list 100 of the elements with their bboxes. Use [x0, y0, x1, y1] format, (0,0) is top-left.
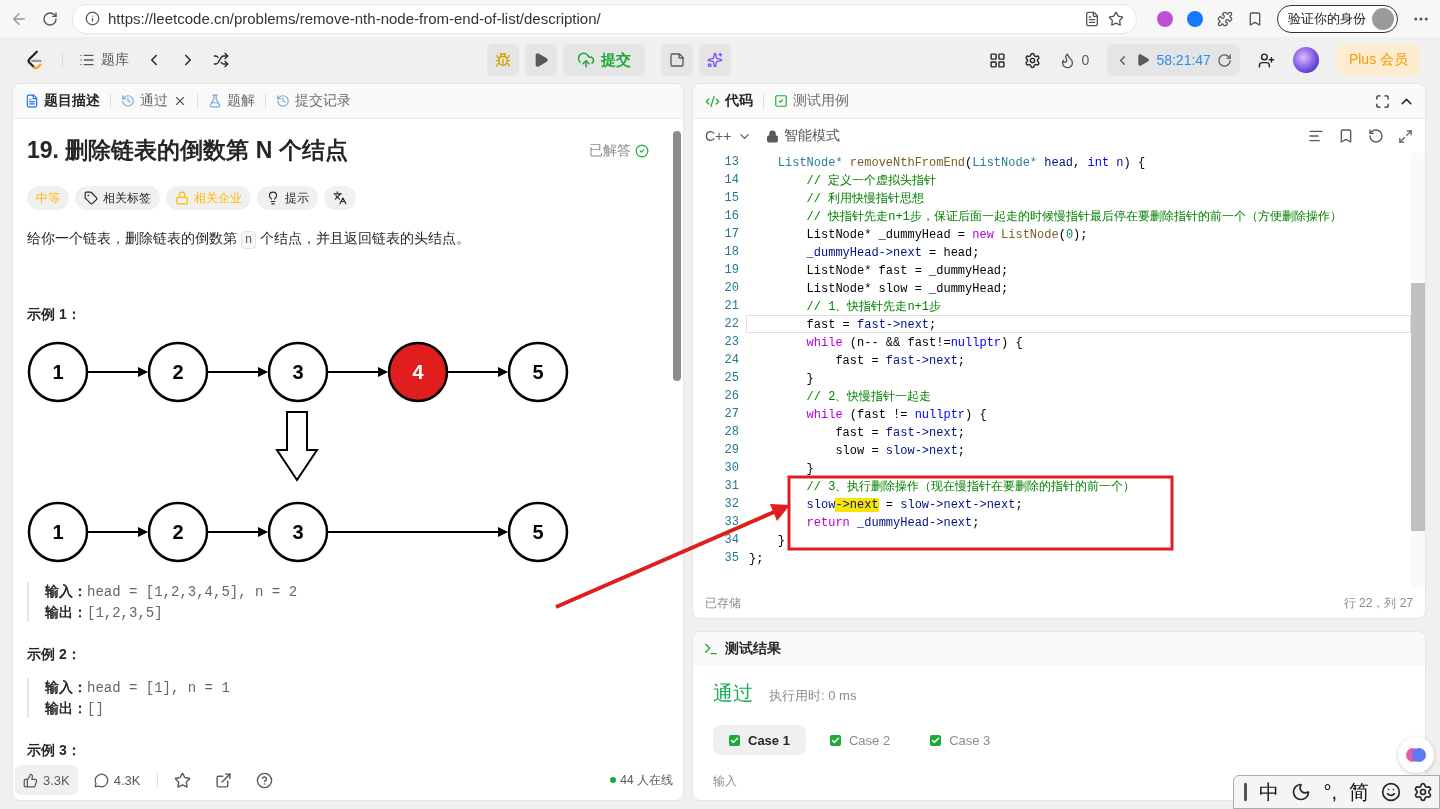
settings-icon[interactable]	[1023, 51, 1041, 69]
run-button[interactable]	[524, 44, 557, 76]
language-select[interactable]: C++	[705, 128, 753, 144]
star-icon[interactable]	[1108, 10, 1124, 27]
line-number: 30	[724, 460, 739, 477]
line-number: 22	[724, 316, 739, 333]
line-number: 16	[724, 208, 739, 225]
tab[interactable]: 代码	[703, 92, 755, 110]
flask-icon	[208, 94, 222, 108]
smile-icon[interactable]	[1381, 782, 1401, 802]
list-node: 2	[147, 341, 209, 403]
code-line: ListNode* removeNthFromEnd(ListNode* head, int n) {	[776, 155, 1147, 171]
problem-list-button[interactable]: 题库	[79, 51, 129, 69]
ime-option[interactable]: 简	[1349, 778, 1369, 806]
line-number: 33	[724, 514, 739, 531]
scrollbar[interactable]	[1411, 153, 1425, 588]
line-number: 31	[724, 478, 739, 495]
code-line: while (fast != nullptr) {	[805, 407, 988, 423]
tag-chip[interactable]: 相关标签	[75, 186, 160, 210]
line-number: 15	[724, 190, 739, 207]
avatar[interactable]	[1292, 47, 1319, 73]
check-circle-icon	[635, 143, 649, 158]
line-number: 19	[724, 262, 739, 279]
line-number: 18	[724, 244, 739, 261]
close-icon[interactable]	[173, 94, 187, 108]
favorites-icon[interactable]	[1247, 10, 1263, 27]
tab[interactable]: 题解	[206, 92, 257, 110]
saved-status: 已存储	[705, 594, 741, 612]
case-tab[interactable]: Case 3	[914, 725, 1007, 755]
star-icon[interactable]	[173, 771, 191, 789]
expand-icon[interactable]	[1398, 128, 1413, 144]
mode-label[interactable]: 智能模式	[766, 127, 841, 145]
line-number: 28	[724, 424, 739, 441]
code-line: slow = slow->next;	[834, 443, 967, 459]
address-bar[interactable]: https://leetcode.cn/problems/remove-nth-node-from-end-of-list/description/	[72, 3, 1137, 34]
case-tab[interactable]: Case 2	[813, 725, 907, 755]
list-node: 5	[507, 341, 569, 403]
ime-option[interactable]: 中	[1259, 778, 1280, 806]
example-title: 示例 2：	[27, 646, 82, 664]
cloud-upload-icon	[576, 51, 595, 69]
extension-icon[interactable]	[1157, 10, 1173, 27]
lightbulb-icon	[266, 191, 280, 205]
cursor-position: 行 22，列 27	[1343, 594, 1413, 612]
line-number: 17	[724, 226, 739, 243]
line-number: 25	[724, 370, 739, 387]
tag-chip[interactable]: 提示	[257, 186, 318, 210]
example-line: 输出：[1,2,3,5]	[45, 603, 164, 622]
case-tab[interactable]: Case 1	[713, 725, 806, 755]
line-number: 35	[724, 550, 739, 567]
example-line: 输入：head = [1], n = 1	[45, 678, 231, 697]
document-icon	[25, 94, 39, 108]
format-icon[interactable]	[1308, 128, 1324, 144]
tab[interactable]: 通过	[119, 92, 189, 110]
puzzle-icon[interactable]	[1217, 10, 1233, 27]
extension-icon[interactable]	[1187, 10, 1203, 27]
bookmark-icon[interactable]	[1338, 128, 1354, 144]
tab[interactable]: 提交记录	[274, 92, 353, 110]
verdict: 通过	[713, 681, 753, 706]
code-line: slow->next = slow->next->next;	[805, 497, 1024, 513]
code-line: ListNode* _dummyHead = new ListNode(0);	[805, 227, 1089, 243]
line-number: 34	[724, 532, 739, 549]
arrow	[87, 367, 148, 377]
input-label: 输入	[713, 773, 738, 790]
tab[interactable]: 测试用例	[772, 92, 851, 110]
profile-button[interactable]: 验证你的身份	[1277, 4, 1398, 33]
code-line: while (n-- && fast!=nullptr) {	[805, 335, 1024, 351]
note-button[interactable]	[660, 44, 693, 76]
line-number: 29	[724, 442, 739, 459]
streak-button[interactable]: 0	[1058, 51, 1090, 69]
fullscreen-icon[interactable]	[1375, 93, 1390, 109]
code-line: // 2、快慢指针一起走	[805, 389, 933, 405]
note-icon	[668, 52, 685, 68]
reload-icon[interactable]	[42, 10, 58, 27]
reader-icon[interactable]	[1084, 10, 1100, 27]
ai-button[interactable]	[698, 44, 731, 76]
list-icon	[79, 52, 95, 68]
translate-icon	[333, 191, 347, 205]
help-icon[interactable]	[255, 771, 273, 789]
tab[interactable]: 题目描述	[23, 92, 102, 110]
arrow	[207, 367, 268, 377]
share-icon[interactable]	[214, 771, 232, 789]
checkbox-icon	[729, 734, 740, 746]
grid-icon[interactable]	[988, 51, 1006, 69]
sparkles-icon	[706, 52, 723, 68]
ime-option[interactable]: °,	[1323, 780, 1337, 804]
terminal-icon	[703, 641, 719, 657]
moon-icon[interactable]	[1291, 782, 1312, 802]
shuffle-icon[interactable]	[213, 52, 229, 68]
code-icon	[705, 93, 720, 109]
code-line: // 定义一个虚拟头指针	[805, 173, 938, 189]
example-line: 输入：head = [1,2,3,4,5], n = 2	[45, 582, 299, 601]
add-user-icon[interactable]	[1257, 51, 1275, 69]
example-line: 输出：[]	[45, 699, 105, 718]
history-icon	[276, 94, 290, 108]
settings-icon[interactable]	[1413, 782, 1433, 802]
reset-icon[interactable]	[1368, 128, 1384, 144]
comment-button[interactable]: 4.3K	[85, 765, 149, 795]
translate-button[interactable]	[324, 186, 356, 210]
like-button[interactable]: 3.3K	[15, 765, 78, 795]
code-line: return _dummyHead->next;	[805, 515, 981, 531]
